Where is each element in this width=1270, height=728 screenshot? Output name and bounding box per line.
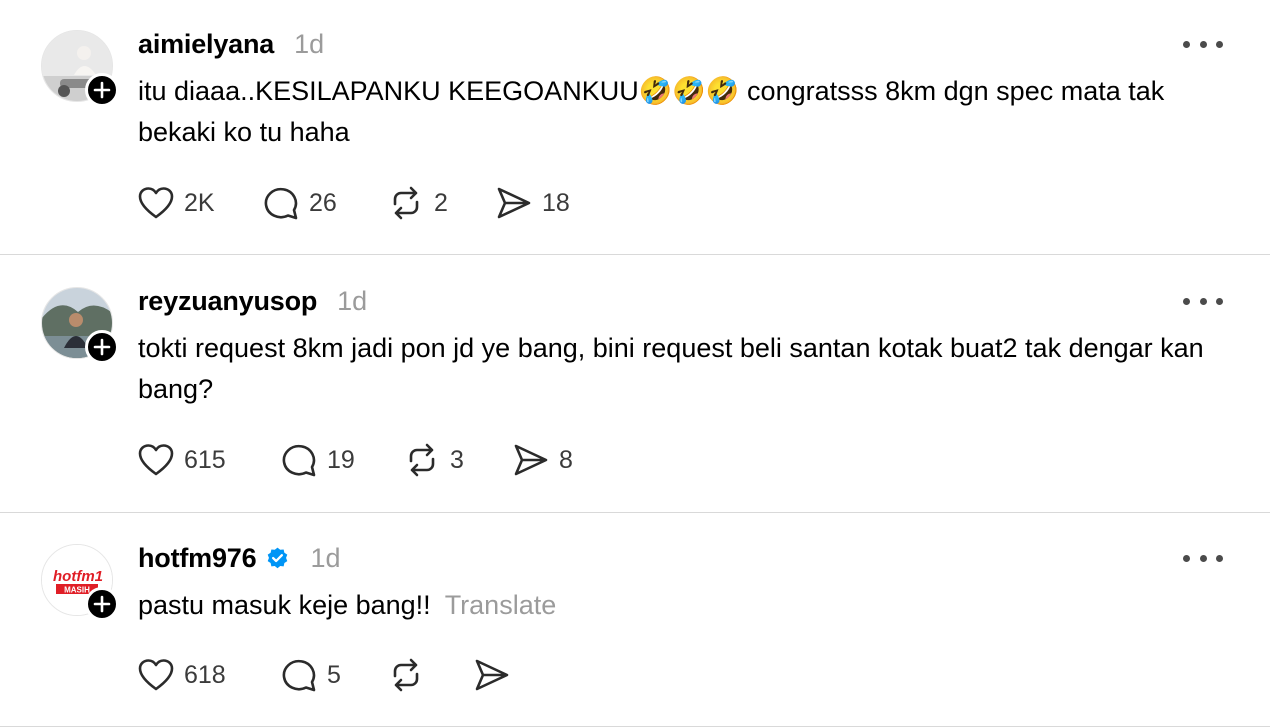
like-count: 618 (184, 660, 226, 689)
like-button[interactable]: 2K (138, 185, 215, 221)
comment-icon (264, 187, 298, 220)
post: aimielyana 1d itu diaaa..KESILAPANKU KEE… (0, 0, 1270, 254)
dot-icon (1199, 297, 1207, 305)
dot-icon (1216, 554, 1223, 562)
username[interactable]: hotfm976 (138, 543, 257, 574)
post-header: hotfm976 1d (138, 541, 340, 575)
comment-icon (282, 444, 316, 477)
timestamp[interactable]: 1d (294, 29, 324, 60)
heart-icon (138, 659, 174, 691)
avatar-container: hotfm1 MASIH (41, 544, 119, 621)
avatar-container (41, 287, 119, 364)
dot-icon (1183, 297, 1190, 305)
more-options-button[interactable] (1183, 546, 1223, 570)
follow-button[interactable] (85, 330, 119, 364)
like-count: 615 (184, 445, 226, 474)
repost-button[interactable]: 2 (388, 185, 448, 221)
post: reyzuanyusop 1d tokti request 8km jadi p… (0, 255, 1270, 512)
heart-icon (138, 187, 174, 219)
repost-icon (393, 658, 419, 692)
share-button[interactable]: 8 (513, 442, 573, 478)
share-button[interactable] (474, 657, 520, 693)
repost-button[interactable] (388, 657, 434, 693)
follow-button[interactable] (85, 73, 119, 107)
reply-count: 5 (327, 660, 341, 689)
share-button[interactable]: 18 (496, 185, 570, 221)
reply-button[interactable]: 5 (281, 657, 341, 693)
svg-text:MASIH: MASIH (64, 586, 90, 595)
svg-text:hotfm1: hotfm1 (53, 568, 103, 585)
reply-count: 26 (309, 188, 337, 217)
post-text: tokti request 8km jadi pon jd ye bang, b… (138, 333, 1204, 404)
reply-count: 19 (327, 445, 355, 474)
send-icon (514, 444, 548, 476)
repost-count: 2 (434, 188, 448, 217)
like-count: 2K (184, 188, 215, 217)
more-options-button[interactable] (1183, 289, 1223, 313)
post-text-container: pastu masuk keje bang!! Translate (138, 585, 1228, 626)
reply-button[interactable]: 19 (281, 442, 355, 478)
more-options-button[interactable] (1183, 32, 1223, 56)
send-icon (475, 659, 509, 691)
dot-icon (1216, 297, 1223, 305)
username[interactable]: reyzuanyusop (138, 286, 317, 317)
timestamp[interactable]: 1d (337, 286, 367, 317)
send-icon (497, 187, 531, 219)
share-count: 8 (559, 445, 573, 474)
follow-button[interactable] (85, 587, 119, 621)
post-text: itu diaaa..KESILAPANKU KEEGOANKUU🤣🤣🤣 con… (138, 76, 1165, 147)
dot-icon (1183, 554, 1190, 562)
translate-link[interactable]: Translate (445, 590, 557, 620)
avatar-container (41, 30, 119, 107)
username[interactable]: aimielyana (138, 29, 274, 60)
repost-button[interactable]: 3 (404, 442, 464, 478)
share-count: 18 (542, 188, 570, 217)
dot-icon (1183, 40, 1190, 48)
post-text: pastu masuk keje bang!! (138, 590, 431, 620)
dot-icon (1199, 554, 1207, 562)
plus-icon (93, 81, 111, 99)
dot-icon (1199, 40, 1207, 48)
like-button[interactable]: 618 (138, 657, 226, 693)
reply-button[interactable]: 26 (263, 185, 337, 221)
post-header: aimielyana 1d (138, 27, 324, 61)
verified-badge-icon (265, 546, 290, 571)
plus-icon (93, 338, 111, 356)
dot-icon (1216, 40, 1223, 48)
timestamp[interactable]: 1d (310, 543, 340, 574)
like-button[interactable]: 615 (138, 442, 226, 478)
repost-count: 3 (450, 445, 464, 474)
plus-icon (93, 595, 111, 613)
divider (0, 726, 1270, 727)
repost-icon (409, 443, 435, 477)
post: hotfm1 MASIH hotfm976 1d pastu masuk kej… (0, 513, 1270, 728)
heart-icon (138, 444, 174, 476)
comment-icon (282, 659, 316, 692)
repost-icon (393, 186, 419, 220)
post-header: reyzuanyusop 1d (138, 284, 367, 318)
